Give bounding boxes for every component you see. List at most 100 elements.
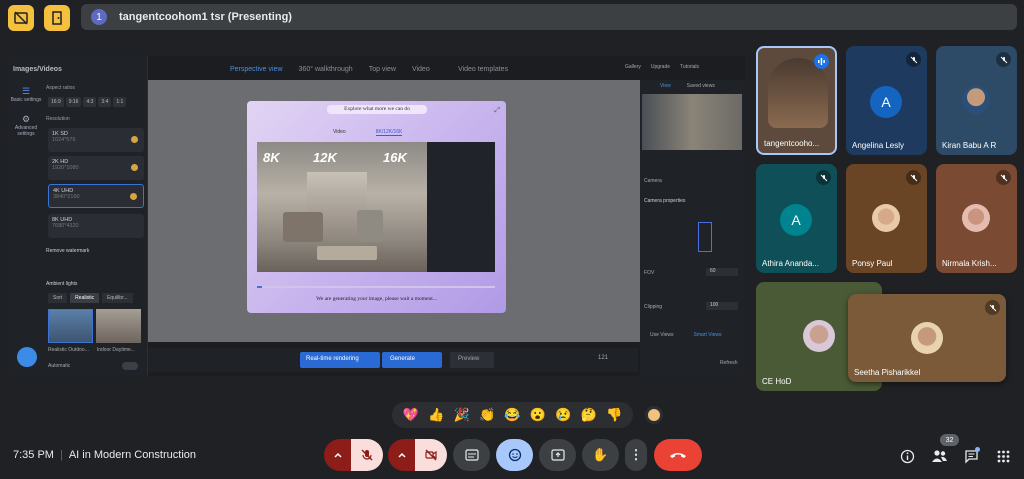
mic-off-icon — [906, 52, 921, 67]
reaction-laugh-icon[interactable]: 😂 — [504, 407, 520, 423]
ratio-option[interactable]: 16:9 — [48, 97, 64, 107]
presenting-label: tangentcoohom1 tsr (Presenting) — [119, 11, 292, 23]
camera-header: Camera — [644, 178, 662, 184]
video-options-button[interactable] — [388, 439, 415, 471]
reaction-thumbs-up-icon[interactable]: 👍 — [428, 407, 444, 423]
light-tab[interactable]: Realistic — [70, 293, 100, 303]
tab-saved-views[interactable]: Saved views — [687, 83, 715, 89]
preview-button[interactable]: Preview — [450, 352, 494, 368]
participant-tile[interactable]: A Athira Ananda... — [756, 164, 837, 273]
reaction-thinking-icon[interactable]: 🤔 — [581, 407, 597, 423]
ratio-option[interactable]: 9:16 — [65, 97, 82, 107]
activities-grid-icon[interactable] — [994, 447, 1012, 465]
avatar: A — [780, 204, 812, 236]
mic-toggle-button[interactable] — [351, 439, 383, 471]
modal-tab-resolutions[interactable]: 8K/12K/16K — [375, 129, 403, 136]
nav-advanced-settings[interactable]: ⚙ Advanced settings — [8, 114, 44, 137]
tab-video[interactable]: Video — [412, 66, 430, 73]
refresh-button[interactable]: Refresh — [720, 360, 738, 366]
view-thumbnail[interactable] — [642, 94, 742, 150]
tab-360-walkthrough[interactable]: 360° walkthrough — [299, 66, 353, 73]
chevron-up-icon — [333, 452, 342, 458]
generating-modal: Explore what more we can do ⤢ Video 8K/1… — [247, 101, 506, 313]
tutorials-button[interactable]: Tutorials — [680, 64, 699, 70]
reaction-sad-icon[interactable]: 😢 — [555, 407, 571, 423]
reaction-thumbs-down-icon[interactable]: 👎 — [606, 407, 622, 423]
ratio-option[interactable]: 3:4 — [98, 97, 112, 107]
skin-tone-picker[interactable] — [645, 406, 663, 424]
captions-button[interactable] — [453, 439, 490, 471]
video-off-layout-icon[interactable] — [8, 5, 34, 31]
clipping-label: Clipping — [644, 304, 663, 310]
nav-basic-settings[interactable]: ☰ Basic settings — [8, 86, 44, 103]
door-exit-icon[interactable] — [44, 5, 70, 31]
expand-icon[interactable]: ⤢ — [494, 107, 500, 115]
tab-top-view[interactable]: Top view — [369, 66, 396, 73]
meeting-details-icon[interactable] — [898, 447, 916, 465]
tab-smart-views[interactable]: Smart Views — [694, 332, 722, 338]
participant-tile[interactable]: Seetha Pisharikkel — [848, 294, 1006, 382]
preview-image: 8K 12K 16K — [257, 142, 495, 272]
light-tab[interactable]: Equilibr... — [102, 293, 133, 303]
realtime-rendering-button[interactable]: Real-time rendering — [300, 352, 380, 368]
coin-icon — [131, 164, 138, 171]
more-options-button[interactable]: ⋮ — [625, 439, 647, 471]
tab-view[interactable]: View — [660, 83, 671, 89]
mic-off-icon — [985, 300, 1000, 315]
automatic-toggle[interactable] — [122, 362, 138, 370]
avatar — [962, 86, 990, 114]
participant-tile[interactable]: Nirmala Krish... — [936, 164, 1017, 273]
avatar — [911, 322, 943, 354]
present-screen-icon — [550, 449, 565, 461]
resolution-label-8k: 8K — [263, 150, 280, 165]
modal-title: Explore what more we can do — [327, 105, 427, 114]
light-thumbnail[interactable] — [48, 309, 93, 343]
resolution-card[interactable]: 1K SD 1024*576 — [48, 128, 144, 152]
tab-use-views[interactable]: Use Views — [650, 332, 674, 338]
clipping-input[interactable]: 100 — [706, 302, 738, 310]
participant-tile[interactable]: A Angelina Lesly — [846, 46, 927, 155]
reaction-surprised-icon[interactable]: 😮 — [530, 407, 546, 423]
video-templates-link[interactable]: Video templates — [458, 66, 508, 73]
participant-tile[interactable]: Kiran Babu A R — [936, 46, 1017, 155]
participant-tile[interactable]: Ponsy Paul — [846, 164, 927, 273]
reactions-button[interactable] — [496, 439, 533, 471]
raise-hand-button[interactable]: ✋ — [582, 439, 619, 471]
assistant-icon[interactable] — [17, 347, 37, 367]
upgrade-button[interactable]: Upgrade — [651, 64, 670, 70]
aspect-label: Aspect ratios — [46, 85, 75, 91]
present-button[interactable] — [539, 439, 576, 471]
tab-perspective-view[interactable]: Perspective view — [230, 66, 283, 73]
ratio-option[interactable]: 4:3 — [83, 97, 97, 107]
audio-options-button[interactable] — [324, 439, 351, 471]
presenting-bar[interactable]: 1 tangentcoohom1 tsr (Presenting) — [81, 4, 1017, 30]
generate-button[interactable]: Generate — [382, 352, 442, 368]
reaction-party-icon[interactable]: 🎉 — [454, 407, 470, 423]
ratio-option[interactable]: 1:1 — [113, 97, 127, 107]
resolution-label-16k: 16K — [383, 150, 407, 165]
reaction-heart-icon[interactable]: 💖 — [403, 407, 419, 423]
light-thumbnail[interactable] — [96, 309, 141, 343]
modal-tab-video[interactable]: Video — [333, 129, 346, 136]
fov-input[interactable]: 60 — [706, 268, 738, 276]
light-tab[interactable]: Sort — [48, 293, 68, 303]
mic-off-icon — [906, 170, 921, 185]
people-icon[interactable] — [930, 447, 948, 465]
resolution-card[interactable]: 8K UHD 7680*4320 — [48, 214, 144, 238]
resolution-card-selected[interactable]: 4K UHD 3840*2160 — [48, 184, 144, 208]
resolution-card[interactable]: 2K HD 1920*1080 — [48, 156, 144, 180]
camera-widget[interactable] — [698, 222, 712, 252]
gear-icon: ⚙ — [21, 114, 31, 124]
participant-tile[interactable]: tangentcooho... — [756, 46, 837, 155]
settings-panel: Images/Videos ☰ Basic settings ⚙ Advance… — [8, 56, 148, 376]
chat-icon[interactable] — [962, 447, 980, 465]
right-toolbar: Gallery Upgrade Tutorials — [625, 64, 699, 70]
right-panel-tabs: View Saved views — [660, 83, 715, 89]
end-call-button[interactable] — [654, 439, 702, 471]
panel-title: Images/Videos — [13, 66, 62, 73]
bottom-view-tabs: Use Views Smart Views — [650, 332, 722, 338]
camera-toggle-button[interactable] — [415, 439, 447, 471]
gallery-button[interactable]: Gallery — [625, 64, 641, 70]
reaction-clap-icon[interactable]: 👏 — [479, 407, 495, 423]
progress-fill — [257, 286, 262, 288]
